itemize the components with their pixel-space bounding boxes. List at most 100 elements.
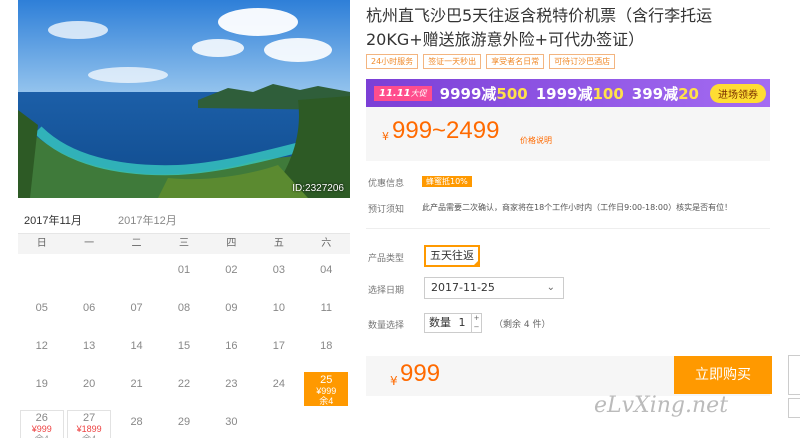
promo-badge-text: 11.11 [379,87,411,99]
calendar-day: 24 [257,372,301,406]
calendar-day: 06 [67,296,111,330]
promo-threshold: 1999减 [535,84,593,103]
promo-threshold: 399减 [631,84,679,103]
calendar-day: 17 [257,334,301,368]
service-tag: 享受者名日常 [486,54,545,69]
promo-item: 399减20 [632,83,699,104]
promo-banner[interactable]: 11.11大促 9999减500 1999减100 399减20 进场领券 [366,79,770,107]
calendar-day-number: 26 [35,412,48,424]
booking-note-label: 预订须知 [368,205,405,215]
quantity-label: 数量选择 [368,321,405,331]
tab-month-next[interactable]: 2017年12月 [118,212,177,228]
tab-month-current[interactable]: 2017年11月 [20,212,86,237]
calendar-day-number: 27 [83,412,96,424]
calendar-day-number: 05 [35,302,48,314]
promo-discount: 500 [496,84,528,103]
site-watermark: eLvXing.net [594,393,729,418]
calendar-day-number: 21 [130,378,143,390]
calendar-day-number: 20 [83,378,96,390]
calendar-day-number: 30 [225,416,238,428]
quantity-remaining: （剩余 4 件） [494,320,551,330]
calendar-day: 22 [162,372,206,406]
calendar-day-number: 13 [83,340,96,352]
promo-discount: 20 [678,84,699,103]
discount-value-wrap: 蜂蜜抵10% [422,176,472,187]
quantity-stepper[interactable]: 数量 1 + − [424,313,482,333]
divider [366,228,770,229]
discount-badge: 蜂蜜抵10% [422,176,472,187]
calendar-day: 10 [257,296,301,330]
calendar-day-number: 04 [320,264,333,276]
promo-threshold: 9999减 [439,84,497,103]
promo-discount: 100 [592,84,624,103]
calendar-day: 21 [115,372,159,406]
calendar-day: 02 [209,258,253,292]
calendar-day-stock: 余4 [21,434,63,438]
service-tag: 可待订沙巴酒店 [549,54,616,69]
calendar-day-price: ¥999 [316,386,337,396]
calendar-day-number: 02 [225,264,238,276]
date-select[interactable]: 2017-11-25 ⌄ [424,277,564,299]
booking-note-text: 此产品需要二次确认，商家将在18个工作小时内（工作日9:00-18:00）核实是… [422,203,733,212]
calendar: 日 一 二 三 四 五 六 01 02 03 04 05 06 07 08 09 10 11 12 13… [18,234,350,438]
product-type-option[interactable]: 五天往返 [424,245,480,267]
calendar-day-number: 03 [272,264,285,276]
discount-label: 优惠信息 [368,179,405,189]
product-photo: ID:2327206 [18,0,350,198]
weekday-label: 二 [131,238,142,249]
calendar-day-number: 15 [177,340,191,352]
calendar-day: 01 [162,258,206,292]
calendar-day-price: ¥999 [31,424,52,434]
calendar-day-number: 24 [272,378,285,390]
calendar-day-stock: 余4 [319,396,334,406]
calendar-day-number: 19 [35,378,48,390]
side-panel-handle[interactable] [788,355,800,395]
date-select-label: 选择日期 [368,286,405,296]
calendar-day-number: 25 [320,374,333,386]
service-tag: 签证一天秒出 [423,54,482,69]
weekday-label: 六 [321,238,332,249]
side-panel-handle[interactable] [788,398,800,418]
booking-note-row: 预订须知 此产品需要二次确认，商家将在18个工作小时内（工作日9:00-18:0… [368,202,732,215]
date-select-value: 2017-11-25 [431,281,495,294]
calendar-day: 05 [20,296,64,330]
promo-item: 9999减500 [440,83,528,104]
calendar-grid: 01 02 03 04 05 06 07 08 09 10 11 12 13 14 15 16 17 18 19 20… [18,254,350,438]
calendar-day-number: 23 [225,378,238,390]
calendar-day[interactable]: 25 ¥999 余4 [304,372,349,406]
service-tags: 24小时服务 签证一天秒出 享受者名日常 可待订沙巴酒店 [366,54,616,69]
weekday-label: 五 [273,238,284,249]
calendar-day-stock: 余4 [68,434,110,438]
buy-now-button[interactable]: 立即购买 [674,356,772,394]
weekday-label: 三 [178,238,189,249]
calendar-day-price: ¥1899 [76,424,102,434]
price-explain-link[interactable]: 价格说明 [520,135,552,146]
price-range: 999~2499 [392,117,500,144]
calendar-day-number: 09 [225,302,238,314]
promo-badge-small: 大促 [410,88,427,98]
calendar-day-number: 12 [35,340,48,352]
month-tabs: 2017年11月 2017年12月 [18,206,350,237]
buy-price: 999 [400,360,441,387]
get-coupon-button[interactable]: 进场领券 [710,83,766,103]
calendar-day: 12 [20,334,64,368]
price-panel: ¥ 999~2499 价格说明 [366,107,770,161]
calendar-day-number: 01 [177,264,191,276]
weekday-label: 一 [84,238,95,249]
calendar-day: 29 [162,410,206,438]
promo-badge: 11.11大促 [374,85,432,101]
calendar-day: 11 [304,296,348,330]
calendar-day-number: 22 [177,378,191,390]
calendar-day: 23 [209,372,253,406]
calendar-day[interactable]: 26¥999余4 [19,410,64,438]
quantity-value[interactable]: 1 [459,316,466,329]
calendar-day-number: 07 [130,302,143,314]
product-type-label: 产品类型 [368,254,405,264]
calendar-day: 13 [67,334,111,368]
photo-id-label: ID:2327206 [292,183,344,194]
calendar-day-number: 17 [272,340,285,352]
calendar-day[interactable]: 27¥1899余4 [67,410,112,438]
quantity-stepper-arrows[interactable]: + − [471,314,481,332]
calendar-day: 30 [209,410,253,438]
calendar-day: 16 [209,334,253,368]
